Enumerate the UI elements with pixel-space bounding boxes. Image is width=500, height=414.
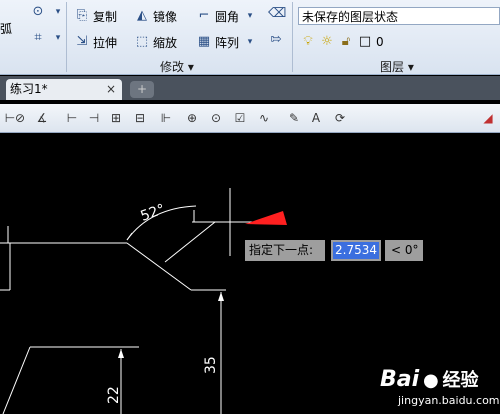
rubber-band-line (164, 221, 216, 263)
drawing-svg: 52° 35 22 (0, 188, 287, 414)
pointer-arrow (245, 211, 287, 225)
watermark-url: jingyan.baidu.com (398, 394, 500, 407)
distance-value: 2.7534 (333, 242, 379, 259)
dimension-35-label: 35 (203, 356, 219, 374)
dimension-22-label: 22 (106, 386, 122, 404)
angle-label: 52° (139, 201, 168, 225)
drawing-line (126, 242, 192, 291)
drawing-line (2, 346, 31, 414)
watermark: Bai ● 经验 (380, 366, 479, 392)
paw-icon: ● (422, 370, 439, 391)
baidu-logo-text: Bai (380, 367, 420, 392)
angle-input[interactable]: < 0° (385, 240, 423, 261)
angle-arrow (126, 232, 133, 241)
dimension-arrowhead (218, 292, 224, 301)
dynamic-input-prompt: 指定下一点: (245, 240, 325, 261)
jingyan-logo-text: 经验 (442, 370, 479, 391)
distance-input[interactable]: 2.7534 (331, 240, 381, 261)
dimension-arrowhead (118, 349, 124, 358)
